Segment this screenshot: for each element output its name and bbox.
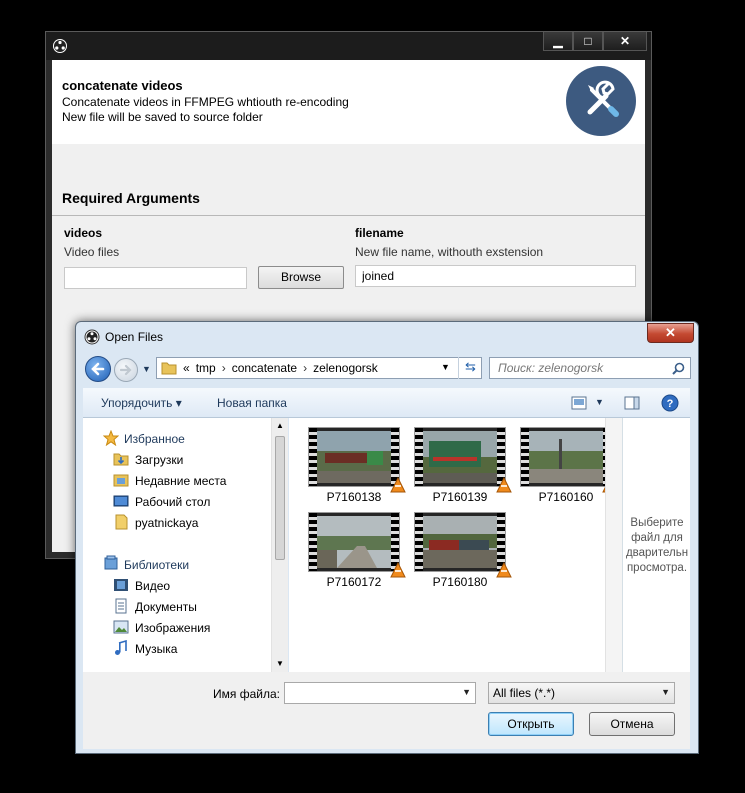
file-list-scrollbar[interactable] (605, 418, 622, 672)
filter-value: All files (*.*) (493, 686, 556, 700)
film-reel-icon (53, 39, 67, 53)
breadcrumb-item[interactable]: zelenogorsk (313, 361, 378, 375)
file-type-filter[interactable]: All files (*.*) ▼ (488, 682, 675, 704)
video-thumbnail[interactable] (414, 512, 506, 572)
breadcrumb-separator-icon[interactable]: › (222, 361, 226, 375)
recent-locations-icon[interactable]: ▼ (142, 364, 151, 374)
maximize-button[interactable]: □ (573, 32, 603, 51)
file-name[interactable]: P7160139 (414, 490, 506, 504)
file-name[interactable]: P7160172 (308, 575, 400, 589)
open-files-dialog: Open Files ✕ ▼ « tmp › concatenate › zel… (75, 321, 699, 754)
cancel-button[interactable]: Отмена (589, 712, 675, 736)
filename-label: Имя файла: (213, 687, 280, 701)
wrench-screwdriver-icon (587, 80, 619, 117)
navigation-pane: Избранное Загрузки Недавние места Рабочи… (83, 418, 288, 672)
nav-pyatnickaya[interactable]: pyatnickaya (135, 515, 198, 531)
nav-scrollbar[interactable]: ▲ ▼ (271, 418, 288, 672)
file-name[interactable]: P7160160 (520, 490, 612, 504)
pictures-library-icon (113, 620, 129, 634)
music-library-icon (115, 640, 127, 655)
address-bar[interactable]: « tmp › concatenate › zelenogorsk ▼ (156, 357, 482, 379)
address-dropdown-icon[interactable]: ▼ (441, 362, 450, 372)
downloads-folder-icon (113, 453, 129, 466)
nav-music[interactable]: Музыка (135, 641, 177, 657)
nav-documents[interactable]: Документы (135, 599, 197, 615)
search-icon[interactable] (672, 362, 685, 375)
minimize-button[interactable]: ▁ (543, 32, 573, 51)
file-name[interactable]: P7160180 (414, 575, 506, 589)
new-folder-button[interactable]: Новая папка (217, 396, 287, 410)
open-button[interactable]: Открыть (488, 712, 574, 736)
videos-input[interactable] (64, 267, 247, 289)
app-header: concatenate videos Concatenate videos in… (52, 60, 645, 144)
dialog-close-button[interactable]: ✕ (647, 323, 694, 343)
refresh-button[interactable]: ⇆ (458, 357, 482, 379)
back-button[interactable] (85, 356, 111, 382)
filename-combobox[interactable]: ▼ (284, 682, 476, 704)
forward-button[interactable] (114, 358, 138, 382)
nav-favorites[interactable]: Избранное (124, 431, 185, 447)
folder-icon (161, 362, 177, 375)
video-library-icon (114, 579, 128, 591)
search-input[interactable]: Поиск: zelenogorsk (489, 357, 691, 379)
nav-recent-places[interactable]: Недавние места (135, 473, 226, 489)
app-titlebar[interactable]: ▁ □ ✕ (46, 32, 651, 60)
video-thumbnail[interactable] (308, 427, 400, 487)
command-bar: Упорядочить ▾ Новая папка ▼ ? (83, 388, 690, 418)
view-options-icon[interactable] (571, 396, 587, 410)
videos-arg-label: videos (64, 226, 103, 240)
close-button[interactable]: ✕ (603, 32, 647, 51)
film-reel-icon (84, 329, 100, 345)
program-note: New file will be saved to source folder (62, 110, 263, 124)
tools-badge (566, 66, 636, 136)
folder-icon (115, 514, 128, 530)
refresh-icon: ⇆ (465, 359, 476, 374)
dialog-title: Open Files (105, 330, 164, 344)
breadcrumb-overflow[interactable]: « (183, 361, 190, 375)
chevron-down-icon[interactable]: ▼ (661, 687, 670, 697)
video-thumbnail[interactable] (308, 512, 400, 572)
file-list: P7160138 P7160139 P7160160 P7160172 P716… (289, 418, 622, 672)
section-divider (52, 215, 645, 216)
filename-input[interactable] (355, 265, 636, 287)
libraries-icon (104, 555, 118, 570)
scroll-up-icon[interactable]: ▲ (276, 421, 284, 430)
dialog-footer: Имя файла: ▼ All files (*.*) ▼ Открыть О… (83, 672, 690, 749)
nav-pictures[interactable]: Изображения (135, 620, 210, 636)
arrow-left-icon (91, 362, 105, 376)
svg-text:?: ? (667, 398, 674, 410)
nav-desktop[interactable]: Рабочий стол (135, 494, 210, 510)
preview-message: Выберите файл для дварительн просмотра. (625, 517, 689, 574)
nav-videos[interactable]: Видео (135, 578, 170, 594)
nav-libraries[interactable]: Библиотеки (124, 557, 189, 573)
section-heading: Required Arguments (62, 190, 200, 206)
nav-downloads[interactable]: Загрузки (135, 452, 183, 468)
chevron-down-icon[interactable]: ▼ (462, 687, 471, 697)
breadcrumb-item[interactable]: concatenate (232, 361, 297, 375)
scroll-down-icon[interactable]: ▼ (276, 659, 284, 668)
video-thumbnail[interactable] (520, 427, 612, 487)
arrow-right-icon (119, 364, 132, 376)
help-icon[interactable]: ? (661, 394, 679, 412)
video-thumbnail[interactable] (414, 427, 506, 487)
filename-arg-label: filename (355, 226, 404, 240)
recent-places-icon (113, 474, 129, 487)
program-title: concatenate videos (62, 78, 183, 93)
breadcrumb-separator-icon[interactable]: › (303, 361, 307, 375)
breadcrumb-item[interactable]: tmp (196, 361, 216, 375)
desktop-icon (113, 495, 129, 507)
browse-button[interactable]: Browse (258, 266, 344, 289)
preview-pane: Выберите файл для дварительн просмотра. (622, 418, 690, 672)
filename-arg-help: New file name, withouth exstension (355, 245, 544, 259)
documents-library-icon (115, 598, 127, 614)
program-description: Concatenate videos in FFMPEG whtiouth re… (62, 95, 349, 109)
star-icon (103, 430, 119, 446)
preview-pane-icon[interactable] (624, 395, 640, 411)
organize-menu[interactable]: Упорядочить ▾ (101, 396, 182, 410)
videos-arg-help: Video files (64, 245, 120, 259)
nav-scrollbar-thumb[interactable] (275, 436, 285, 560)
file-name[interactable]: P7160138 (308, 490, 400, 504)
view-dropdown-icon[interactable]: ▼ (595, 397, 604, 407)
